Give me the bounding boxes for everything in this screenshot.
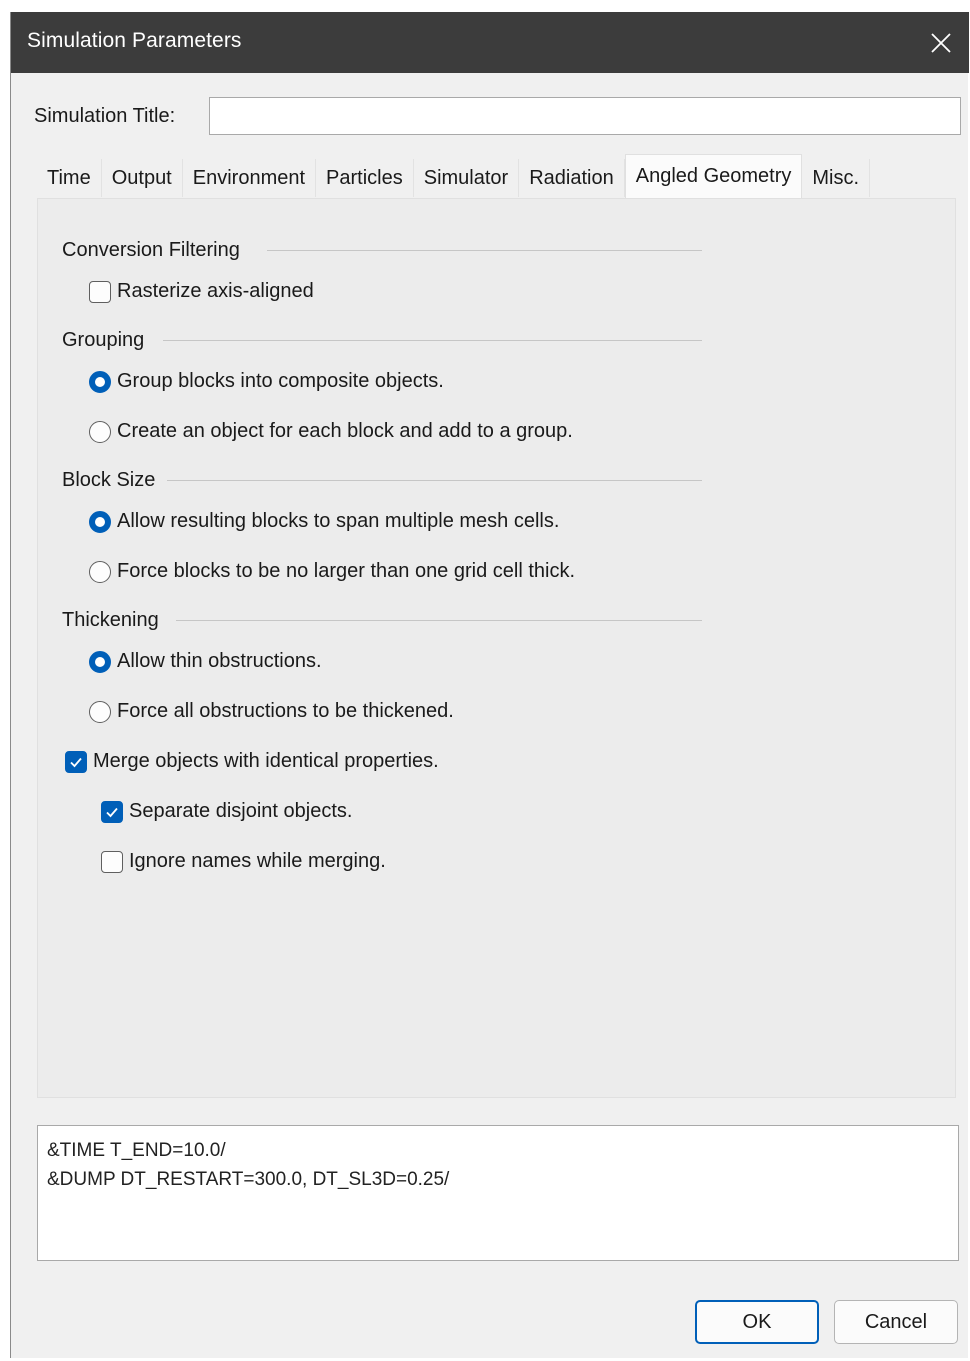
- span-multiple-cells-label: Allow resulting blocks to span multiple …: [117, 510, 560, 532]
- window-title: Simulation Parameters: [27, 29, 242, 52]
- tab-environment[interactable]: Environment: [182, 159, 317, 197]
- separate-disjoint-checkbox[interactable]: Separate disjoint objects.: [101, 800, 352, 823]
- merge-objects-label: Merge objects with identical properties.: [93, 750, 439, 772]
- ignore-names-checkbox-box[interactable]: [101, 850, 123, 873]
- group-per-block-label: Create an object for each block and add …: [117, 420, 573, 442]
- group-per-block-radio[interactable]: Create an object for each block and add …: [89, 420, 573, 443]
- tab-misc[interactable]: Misc.: [802, 159, 871, 197]
- rasterize-checkbox-box[interactable]: [89, 280, 111, 303]
- merge-checkbox-box[interactable]: [65, 750, 87, 773]
- close-button[interactable]: [913, 12, 969, 73]
- thickening-divider: [176, 620, 702, 621]
- radio-unselected-icon[interactable]: [89, 700, 111, 723]
- one-cell-thick-radio[interactable]: Force blocks to be no larger than one gr…: [89, 560, 575, 583]
- conversion-filtering-divider: [267, 250, 702, 251]
- rasterize-checkbox-label: Rasterize axis-aligned: [117, 280, 314, 302]
- grouping-divider: [163, 340, 702, 341]
- conversion-filtering-header: Conversion Filtering: [62, 238, 240, 261]
- title-bar: Simulation Parameters: [11, 12, 969, 73]
- block-size-header: Block Size: [62, 468, 156, 491]
- radio-selected-icon[interactable]: [89, 650, 111, 673]
- radio-selected-icon[interactable]: [89, 510, 111, 533]
- separate-disjoint-label: Separate disjoint objects.: [129, 800, 353, 822]
- checkmark-icon: [106, 807, 118, 817]
- tab-angled-geometry[interactable]: Angled Geometry: [624, 154, 803, 198]
- radio-unselected-icon[interactable]: [89, 560, 111, 583]
- tab-simulator[interactable]: Simulator: [413, 159, 520, 197]
- dialog-window: Simulation Parameters Simulation Title: …: [10, 12, 969, 1358]
- grouping-header: Grouping: [62, 328, 145, 351]
- checkmark-icon: [70, 757, 82, 767]
- tab-strip: Time Output Environment Particles Simula…: [37, 154, 871, 198]
- thickening-header: Thickening: [62, 608, 159, 631]
- preview-line: &TIME T_END=10.0/: [47, 1140, 226, 1161]
- group-composite-radio[interactable]: Group blocks into composite objects.: [89, 370, 444, 393]
- rasterize-axis-aligned-checkbox[interactable]: Rasterize axis-aligned: [89, 280, 314, 303]
- simulation-title-input[interactable]: [209, 97, 961, 135]
- ok-button[interactable]: OK: [695, 1300, 819, 1344]
- radio-selected-icon[interactable]: [89, 370, 111, 393]
- force-thickened-label: Force all obstructions to be thickened.: [117, 700, 454, 722]
- tab-particles[interactable]: Particles: [316, 159, 414, 197]
- close-icon: [931, 32, 951, 53]
- ignore-names-label: Ignore names while merging.: [129, 850, 386, 872]
- tab-time[interactable]: Time: [37, 159, 102, 197]
- radio-unselected-icon[interactable]: [89, 420, 111, 443]
- preview-line: &DUMP DT_RESTART=300.0, DT_SL3D=0.25/: [47, 1169, 450, 1190]
- simulation-title-label: Simulation Title:: [34, 105, 176, 127]
- merge-objects-checkbox[interactable]: Merge objects with identical properties.: [65, 750, 439, 773]
- namelist-preview[interactable]: &TIME T_END=10.0/ &DUMP DT_RESTART=300.0…: [37, 1125, 959, 1261]
- span-multiple-cells-radio[interactable]: Allow resulting blocks to span multiple …: [89, 510, 559, 533]
- tab-radiation[interactable]: Radiation: [519, 159, 625, 197]
- separate-checkbox-box[interactable]: [101, 800, 123, 823]
- block-size-divider: [167, 480, 702, 481]
- allow-thin-obstructions-label: Allow thin obstructions.: [117, 650, 322, 672]
- allow-thin-obstructions-radio[interactable]: Allow thin obstructions.: [89, 650, 322, 673]
- tab-output[interactable]: Output: [101, 159, 183, 197]
- group-composite-label: Group blocks into composite objects.: [117, 370, 444, 392]
- cancel-button[interactable]: Cancel: [834, 1300, 958, 1344]
- one-cell-thick-label: Force blocks to be no larger than one gr…: [117, 560, 576, 582]
- force-thickened-radio[interactable]: Force all obstructions to be thickened.: [89, 700, 454, 723]
- ignore-names-checkbox[interactable]: Ignore names while merging.: [101, 850, 386, 873]
- angled-geometry-panel: Conversion Filtering Rasterize axis-alig…: [37, 198, 956, 1098]
